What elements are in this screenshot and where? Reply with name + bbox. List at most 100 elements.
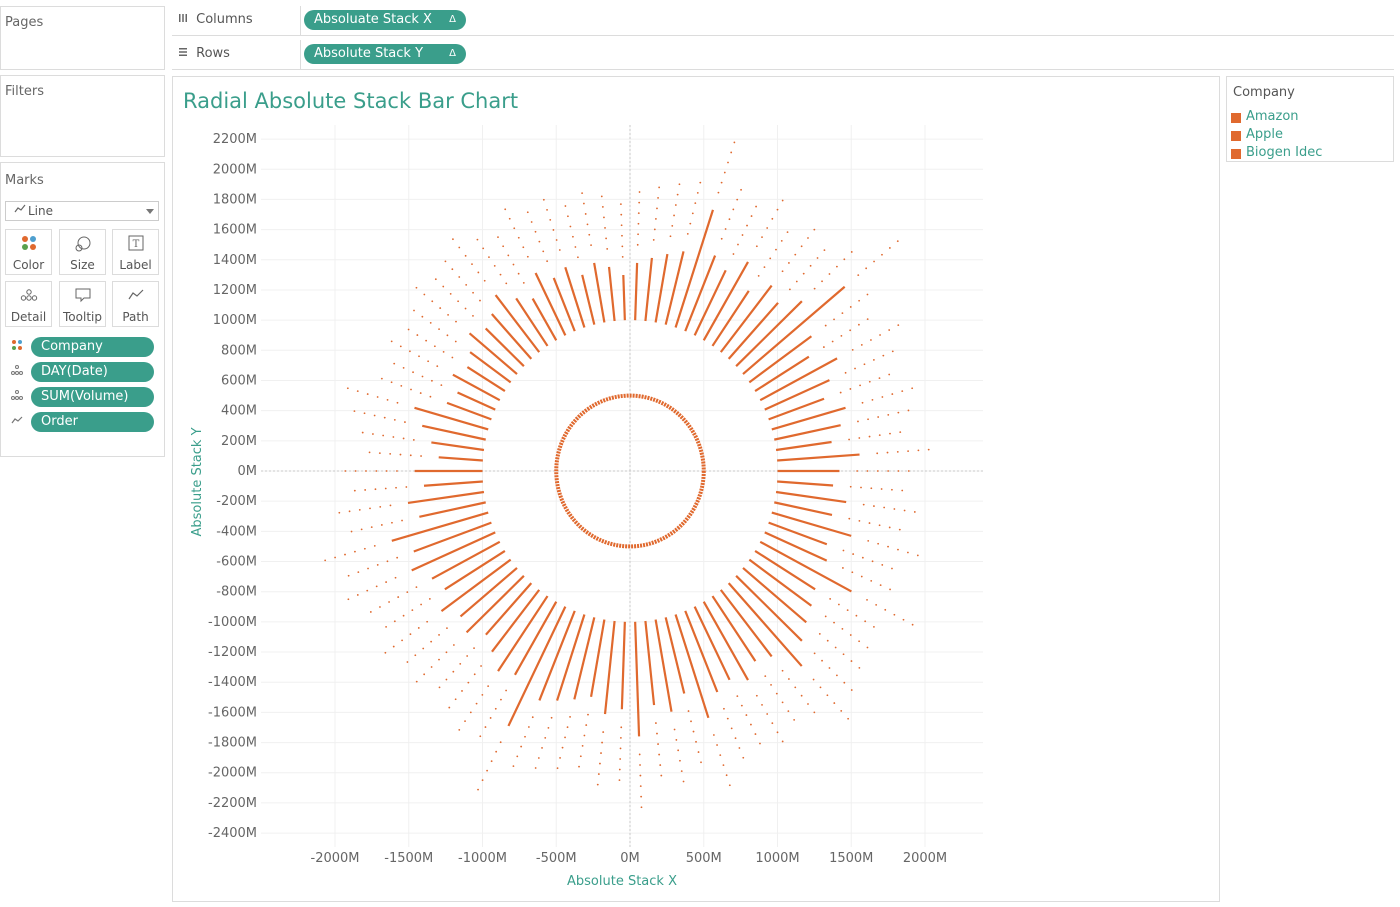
outer-dot (578, 765, 580, 768)
columns-shelf[interactable]: Columns Absoluate Stack X Δ (172, 6, 1394, 36)
outer-dot (550, 716, 553, 719)
outer-dot (911, 623, 914, 626)
outer-dot (619, 736, 622, 739)
company-pill[interactable]: Company (31, 337, 154, 357)
outer-dot (776, 731, 779, 734)
y-tick-label: 400M (221, 404, 257, 419)
outer-dot (881, 253, 883, 256)
outer-dot (346, 387, 349, 390)
outer-dot (395, 486, 397, 489)
outer-dot (726, 717, 729, 720)
outer-dot (537, 757, 540, 759)
outer-dot (567, 215, 569, 218)
outer-dot (720, 237, 723, 240)
radial-bar (607, 266, 616, 322)
mark-type-dropdown[interactable]: Line (5, 201, 159, 221)
outer-dot (386, 560, 389, 563)
outer-dot (660, 774, 663, 777)
outer-dot (378, 452, 381, 455)
outer-dot (865, 267, 868, 270)
rows-pill[interactable]: Absolute Stack Y Δ (304, 44, 466, 64)
outer-dot (364, 489, 367, 491)
outer-dot (755, 245, 758, 248)
outer-dot (883, 506, 886, 509)
size-button[interactable]: Size (59, 229, 106, 275)
outer-dot (821, 280, 823, 283)
outer-dot (559, 757, 561, 759)
outer-dot (451, 356, 454, 359)
path-button[interactable]: Path (112, 281, 159, 327)
order-pill[interactable]: Order (31, 412, 154, 432)
outer-dot (401, 519, 403, 522)
outer-dot (370, 526, 373, 529)
outer-dot (849, 485, 852, 488)
chart-canvas[interactable]: 2200M 2000M 1800M 1600M 1400M 1200M 1000M 800M 6… (173, 77, 1221, 903)
y-axis-title: Absolute Stack Y (190, 427, 205, 536)
outer-dot (431, 379, 433, 382)
outer-dot (842, 567, 844, 569)
radial-bar (775, 490, 847, 504)
outer-dot (547, 726, 550, 729)
outer-dot (396, 470, 398, 472)
color-legend[interactable]: Company Amazon Apple Biogen Idec (1226, 76, 1394, 162)
outer-dot (415, 680, 418, 683)
outer-dot (897, 411, 900, 414)
outer-dot (897, 470, 900, 472)
outer-dot (392, 436, 395, 438)
outer-dot (788, 288, 791, 291)
outer-dot (507, 254, 510, 257)
label-button[interactable]: T Label (112, 229, 159, 275)
outer-dot (396, 401, 399, 404)
outer-dot (620, 224, 623, 227)
sum-volume-pill[interactable]: SUM(Volume) (31, 387, 154, 407)
color-button[interactable]: Color (5, 229, 52, 275)
outer-dot (843, 681, 846, 684)
outer-dot (414, 654, 417, 657)
outer-dot (356, 594, 359, 596)
outer-dot (794, 253, 797, 256)
outer-dot (376, 564, 379, 566)
outer-dot (399, 345, 402, 348)
day-date-pill[interactable]: DAY(Date) (31, 362, 154, 382)
filters-shelf[interactable]: Filters (0, 75, 165, 157)
outer-dot (438, 328, 440, 331)
outer-dot (694, 202, 697, 205)
outer-dot (689, 222, 692, 225)
outer-dot (429, 395, 432, 398)
outer-dot (374, 488, 377, 491)
outer-dot (415, 586, 418, 589)
pages-shelf[interactable]: Pages (0, 6, 165, 70)
outer-dot (639, 764, 641, 766)
outer-dot (534, 230, 537, 233)
outer-dot (893, 508, 896, 510)
x-tick-label: 0M (620, 851, 640, 866)
outer-dot (852, 553, 855, 555)
rows-shelf[interactable]: Rows Absolute Stack Y Δ (172, 40, 1394, 70)
detail-button[interactable]: Detail (5, 281, 52, 327)
chevron-down-icon (146, 209, 154, 214)
outer-dot (406, 591, 409, 594)
outer-dot (618, 768, 621, 771)
outer-dot (889, 432, 891, 435)
tooltip-button[interactable]: Tooltip (59, 281, 106, 327)
columns-pill[interactable]: Absoluate Stack X Δ (304, 10, 466, 30)
outer-dot (673, 214, 675, 217)
outer-dot (878, 524, 881, 527)
outer-dot (878, 434, 881, 436)
y-tick-label: 1400M (213, 253, 257, 268)
outer-dot (658, 753, 661, 756)
outer-dot (517, 272, 520, 275)
outer-dot (745, 714, 748, 716)
outer-dot (546, 260, 549, 263)
outer-dot (763, 266, 766, 269)
outer-dot (620, 726, 623, 729)
chart-view[interactable]: 2200M 2000M 1800M 1600M 1400M 1200M 1000M 800M 6… (172, 76, 1220, 902)
outer-dot (813, 652, 816, 655)
detail-icon (11, 364, 27, 379)
outer-dot (418, 355, 420, 358)
outer-dot (877, 416, 880, 418)
outer-dot (388, 601, 390, 603)
outer-dot (889, 588, 891, 591)
radial-bar (771, 511, 852, 537)
outer-dot (360, 528, 363, 531)
